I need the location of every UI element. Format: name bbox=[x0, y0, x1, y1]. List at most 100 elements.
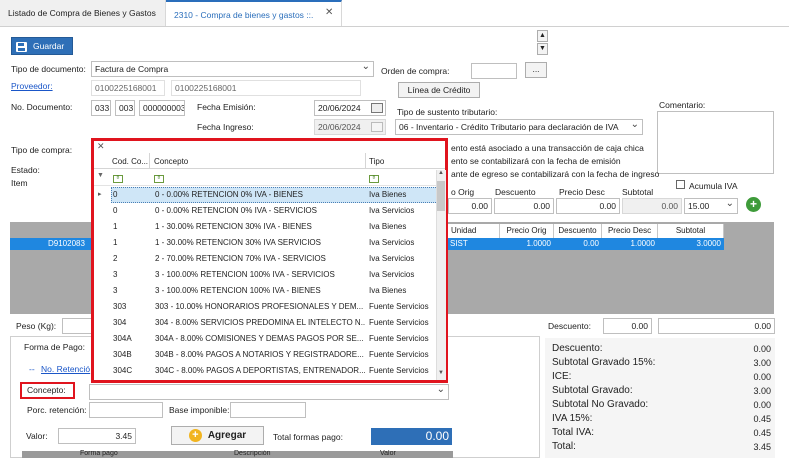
comentario-textarea[interactable] bbox=[657, 111, 774, 174]
row-cod: 2 bbox=[113, 254, 118, 263]
subtotal-label: Subtotal bbox=[622, 187, 654, 197]
list-item[interactable]: 304 304 - 8.00% SERVICIOS PREDOMINA EL IN… bbox=[111, 315, 438, 331]
comentario-label: Comentario: bbox=[659, 100, 706, 110]
filter-funnel-icon[interactable]: ▼ bbox=[97, 172, 104, 179]
list-item[interactable]: 1 1 - 30.00% RETENCION 30% IVA SERVICIOS I… bbox=[111, 235, 438, 251]
sustento-select[interactable]: 06 - Inventario - Crédito Tributario par… bbox=[395, 119, 643, 135]
tab-close-icon[interactable]: ✕ bbox=[325, 0, 333, 26]
popup-col-divider bbox=[149, 153, 150, 169]
filter-concepto-icon[interactable]: ᴮ bbox=[154, 173, 164, 183]
doc-establecimiento-input[interactable]: 033 bbox=[91, 100, 111, 116]
grid-header-unidad[interactable]: Unidad bbox=[448, 224, 500, 238]
precio-orig-input[interactable]: 0.00 bbox=[448, 198, 492, 214]
grand-total-label: Total: bbox=[552, 441, 576, 452]
peso-input[interactable] bbox=[62, 318, 92, 334]
subtotal-gravado-value: 3.00 bbox=[753, 386, 771, 396]
row-concepto: 0 - 0.00% RETENCION 0% IVA - BIENES bbox=[155, 190, 303, 199]
col-valor[interactable]: Valor bbox=[380, 450, 396, 457]
popup-header-tipo[interactable]: Tipo bbox=[369, 157, 384, 166]
list-item[interactable]: 3 3 - 100.00% RETENCION 100% IVA - SERVIC… bbox=[111, 267, 438, 283]
save-button[interactable]: Guardar bbox=[11, 37, 73, 55]
concepto-select[interactable] bbox=[89, 384, 449, 400]
list-item[interactable]: 303 303 - 10.00% HONORARIOS PROFESIONALES… bbox=[111, 299, 438, 315]
precio-desc-label: Precio Desc bbox=[559, 187, 605, 197]
popup-col-divider bbox=[365, 153, 366, 169]
row-tipo: Iva Bienes bbox=[369, 286, 407, 295]
bottom-descuento-total: 0.00 bbox=[658, 318, 775, 334]
proveedor-link[interactable]: Proveedor: bbox=[11, 81, 53, 91]
list-item[interactable]: 2 2 - 70.00% RETENCION 70% IVA - SERVICIO… bbox=[111, 251, 438, 267]
calendar-icon[interactable] bbox=[371, 122, 383, 132]
valor-input[interactable]: 3.45 bbox=[58, 428, 136, 444]
scroll-up-icon[interactable]: ▲ bbox=[438, 170, 444, 176]
grid-cell-subtotal: 3.0000 bbox=[696, 239, 721, 248]
row-cod: 304C bbox=[113, 366, 133, 375]
doc-secuencial-input[interactable]: 000000003 bbox=[139, 100, 185, 116]
list-item[interactable]: 304A 304A - 8.00% COMISIONES Y DEMAS PAGO… bbox=[111, 331, 438, 347]
agregar-button-label: Agregar bbox=[207, 430, 247, 441]
fecha-ingreso-picker[interactable]: 20/06/2024 bbox=[314, 119, 386, 135]
grid-header-descuento[interactable]: Descuento bbox=[554, 224, 602, 238]
proveedor-ruc-field: 0100225168001 bbox=[91, 80, 165, 96]
scroll-down-icon[interactable]: ▼ bbox=[438, 370, 444, 376]
list-item[interactable]: 304B 304B - 8.00% PAGOS A NOTARIOS Y REGI… bbox=[111, 347, 438, 363]
grid-cell-unidad: SIST bbox=[450, 239, 468, 248]
list-item[interactable]: 3 3 - 100.00% RETENCION 100% IVA - BIENES… bbox=[111, 283, 438, 299]
grid-header-precio-orig[interactable]: Precio Orig bbox=[500, 224, 554, 238]
orden-compra-label: Orden de compra: bbox=[381, 66, 450, 76]
doc-punto-emision-input[interactable]: 003 bbox=[115, 100, 135, 116]
subtotal-gravado15-value: 3.00 bbox=[753, 358, 771, 368]
list-item[interactable]: 0 0 - 0.00% RETENCION 0% IVA - BIENES Iva … bbox=[111, 187, 438, 203]
popup-header-cod[interactable]: Cod. Co... bbox=[112, 157, 148, 166]
list-item[interactable]: 0 0 - 0.00% RETENCION 0% IVA - SERVICIOS I… bbox=[111, 203, 438, 219]
list-item[interactable]: 1 1 - 30.00% RETENCION 30% IVA - BIENES Iv… bbox=[111, 219, 438, 235]
scroll-down-button[interactable]: ▼ bbox=[537, 43, 548, 55]
col-forma-pago[interactable]: Forma pago bbox=[80, 450, 118, 457]
row-tipo: Fuente Servicios bbox=[369, 302, 429, 311]
row-concepto: 303 - 10.00% HONORARIOS PROFESIONALES Y … bbox=[155, 302, 364, 311]
concepto-dropdown-popup[interactable]: ✕ Cod. Co... Concepto Tipo ▼ ᴮ ᴮ ᴮ ▸ 0 0 … bbox=[91, 138, 448, 383]
filter-cod-icon[interactable]: ᴮ bbox=[113, 173, 123, 183]
fecha-ingreso-value: 20/06/2024 bbox=[318, 122, 361, 132]
grid-header-subtotal[interactable]: Subtotal bbox=[658, 224, 724, 238]
row-concepto: 304 - 8.00% SERVICIOS PREDOMINA EL INTEL… bbox=[155, 318, 365, 327]
bottom-descuento-input[interactable]: 0.00 bbox=[603, 318, 652, 334]
fecha-emision-label: Fecha Emisión: bbox=[197, 102, 256, 112]
fecha-emision-picker[interactable]: 20/06/2024 bbox=[314, 100, 386, 116]
base-imponible-input[interactable] bbox=[230, 402, 306, 418]
iva-value: 15.00 bbox=[688, 201, 710, 211]
acumula-iva-label: Acumula IVA bbox=[689, 181, 738, 191]
linea-credito-button[interactable]: Línea de Crédito bbox=[398, 82, 480, 98]
ice-value: 0.00 bbox=[753, 372, 771, 382]
caja-chica-info: ento está asociado a una transacción de … bbox=[451, 143, 644, 153]
tab-compra-active[interactable]: 2310 - Compra de bienes y gastos ::. bbox=[166, 0, 342, 26]
grid-header-precio-desc[interactable]: Precio Desc bbox=[602, 224, 658, 238]
expand-icon[interactable]: -- bbox=[29, 364, 35, 374]
popup-scroll-thumb[interactable] bbox=[437, 181, 445, 211]
porc-retencion-input[interactable] bbox=[89, 402, 163, 418]
agregar-button[interactable]: + Agregar bbox=[171, 426, 264, 445]
filter-tipo-icon[interactable]: ᴮ bbox=[369, 173, 379, 183]
add-item-icon[interactable]: + bbox=[746, 197, 761, 212]
popup-header-concepto[interactable]: Concepto bbox=[154, 157, 188, 166]
calendar-icon[interactable] bbox=[371, 103, 383, 113]
item-label: Item bbox=[11, 178, 28, 188]
precio-desc-input[interactable]: 0.00 bbox=[556, 198, 620, 214]
col-descripcion[interactable]: Descripción bbox=[234, 450, 271, 457]
row-tipo: Iva Bienes bbox=[369, 222, 407, 231]
tab-listado[interactable]: Listado de Compra de Bienes y Gastos bbox=[0, 0, 166, 26]
no-retencion-link[interactable]: No. Retenció bbox=[41, 364, 90, 374]
orden-compra-input[interactable] bbox=[471, 63, 517, 79]
row-tipo: Iva Bienes bbox=[369, 190, 407, 199]
orden-compra-lookup-button[interactable]: ... bbox=[525, 62, 547, 78]
tipo-documento-select[interactable]: Factura de Compra bbox=[91, 61, 374, 77]
item-descuento-label: Descuento bbox=[495, 187, 536, 197]
iva-select[interactable]: 15.00 bbox=[684, 198, 738, 214]
item-descuento-input[interactable]: 0.00 bbox=[494, 198, 554, 214]
acumula-iva-checkbox[interactable] bbox=[676, 180, 685, 189]
totals-panel bbox=[545, 338, 775, 458]
popup-close-icon[interactable]: ✕ bbox=[97, 141, 105, 152]
list-item[interactable]: 304C 304C - 8.00% PAGOS A DEPORTISTAS, EN… bbox=[111, 363, 438, 379]
row-tipo: Fuente Servicios bbox=[369, 366, 429, 375]
scroll-up-button[interactable]: ▲ bbox=[537, 30, 548, 42]
